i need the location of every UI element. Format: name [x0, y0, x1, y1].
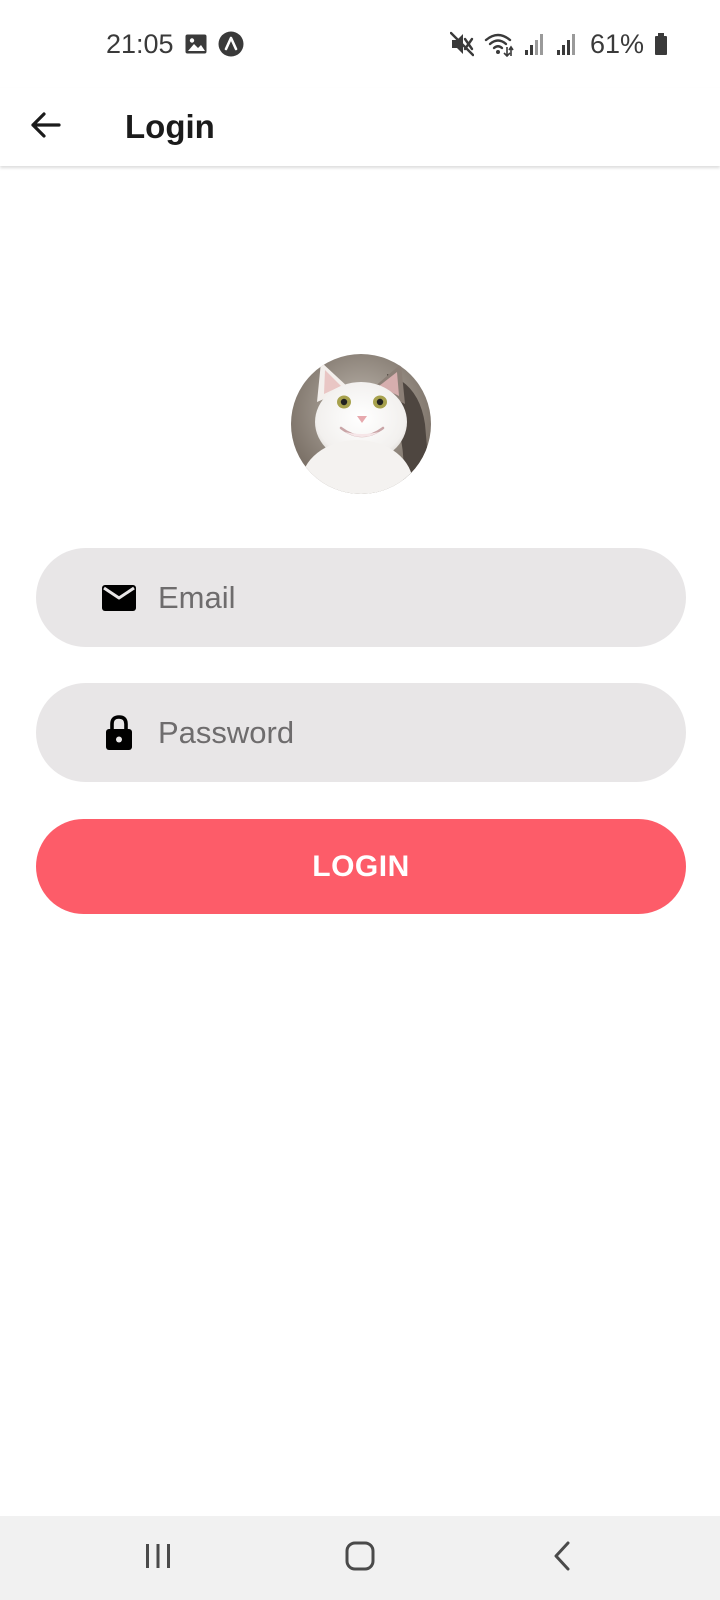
password-field[interactable]	[36, 683, 686, 782]
email-input[interactable]	[158, 548, 686, 647]
arrow-back-icon	[28, 108, 62, 147]
back-button[interactable]	[9, 91, 81, 163]
back-icon	[551, 1540, 573, 1577]
page-title: Login	[125, 108, 215, 145]
status-time: 21:05	[106, 28, 174, 59]
lock-icon	[94, 714, 144, 752]
nav-back-button[interactable]	[502, 1516, 622, 1600]
email-field[interactable]	[36, 548, 686, 647]
login-screen: 21:05 61% Login Email LOGIN	[0, 0, 720, 1600]
app-notification-icon	[218, 31, 244, 57]
gallery-icon	[184, 32, 208, 56]
cat-avatar-image	[291, 354, 431, 494]
home-button[interactable]	[300, 1516, 420, 1600]
login-button[interactable]: LOGIN	[36, 819, 686, 914]
mute-icon	[449, 31, 474, 57]
system-nav-bar	[0, 1516, 720, 1600]
battery-percentage: 61%	[589, 28, 644, 59]
recents-icon	[143, 1542, 173, 1575]
password-input[interactable]	[158, 683, 686, 782]
app-bar: Login	[0, 88, 720, 166]
status-left: 21:05	[106, 29, 244, 60]
recents-button[interactable]	[98, 1516, 218, 1600]
status-right: 61%	[449, 28, 668, 60]
battery-icon	[654, 32, 668, 56]
signal-icon	[556, 32, 578, 56]
signal-icon	[524, 32, 546, 56]
avatar	[291, 354, 431, 494]
home-icon	[344, 1540, 376, 1577]
wifi-icon	[484, 31, 514, 57]
mail-icon	[94, 584, 144, 612]
status-bar: 21:05 61%	[0, 0, 720, 88]
